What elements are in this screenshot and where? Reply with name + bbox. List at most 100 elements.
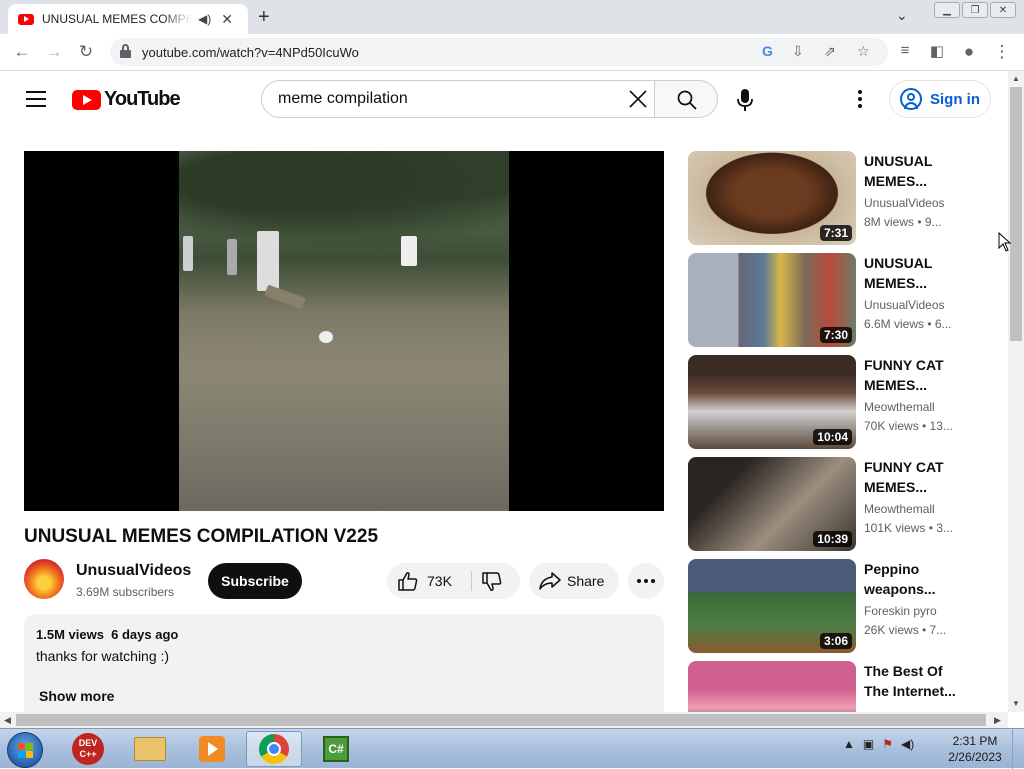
like-count[interactable]: 73K <box>427 573 452 589</box>
video-frame <box>179 151 509 511</box>
recommended-video[interactable]: 10:04 FUNNY CAT MEMES... Meowthemall 70K … <box>688 355 988 449</box>
subscribe-button[interactable]: Subscribe <box>208 563 302 599</box>
share-button[interactable]: Share <box>529 563 619 599</box>
views-and-date: 1.5M views 6 days ago <box>36 627 179 642</box>
system-tray: ▲ ▣ ⚑ ◀) <box>843 737 914 751</box>
bookmark-star-icon[interactable]: ☆ <box>857 43 870 60</box>
search-box[interactable] <box>261 80 655 118</box>
recommended-video[interactable]: 7:30 UNUSUAL MEMES... UnusualVideos 6.6M … <box>688 253 988 347</box>
folder-icon <box>134 737 166 761</box>
scroll-up-icon[interactable]: ▲ <box>1012 74 1020 83</box>
new-tab-button[interactable]: + <box>258 6 270 29</box>
taskbar-media-player[interactable] <box>184 731 240 767</box>
media-controls-icon[interactable]: ≡ <box>895 42 915 59</box>
sign-in-button[interactable]: Sign in <box>889 80 991 118</box>
recommended-channel[interactable]: UnusualVideos <box>864 298 945 312</box>
google-lens-icon[interactable]: G <box>762 43 773 59</box>
recommended-channel[interactable]: Meowthemall <box>864 400 935 414</box>
video-thumbnail[interactable]: 10:04 <box>688 355 856 449</box>
minimize-button[interactable]: ▁ <box>934 2 960 18</box>
lock-icon[interactable] <box>120 44 131 58</box>
recommended-channel[interactable]: UnusualVideos <box>864 196 945 210</box>
forward-arrow-icon[interactable]: → <box>44 42 64 62</box>
browser-menu-icon[interactable]: ⋮ <box>992 42 1012 62</box>
show-desktop-button[interactable] <box>1012 729 1024 769</box>
youtube-play-icon <box>72 89 101 110</box>
description-box[interactable]: 1.5M views 6 days ago thanks for watchin… <box>24 614 664 712</box>
recommended-title[interactable]: UNUSUAL MEMES... <box>864 151 964 191</box>
tab-search-chevron-icon[interactable]: ⌄ <box>896 7 908 24</box>
sign-in-label: Sign in <box>930 90 980 108</box>
window-controls: ▁ ❐ ✕ <box>934 2 1016 18</box>
back-arrow-icon[interactable]: ← <box>12 42 32 62</box>
side-panel-icon[interactable]: ◧ <box>927 42 947 60</box>
close-tab-icon[interactable]: ✕ <box>221 11 233 28</box>
scrollbar-thumb[interactable] <box>1010 87 1022 341</box>
tab-title: UNUSUAL MEMES COMPILATION V225 <box>42 12 192 26</box>
recommended-views: 8M views • 9... <box>864 215 942 229</box>
clear-search-icon[interactable] <box>627 88 649 110</box>
settings-kebab-icon[interactable] <box>852 88 868 110</box>
address-bar[interactable]: youtube.com/watch?v=4NPd50IcuWo G ⇩ ⇗ ☆ <box>110 38 888 66</box>
taskbar-devcpp[interactable]: DEV C++ <box>60 731 116 767</box>
recommended-title[interactable]: FUNNY CAT MEMES... <box>864 457 964 497</box>
reload-icon[interactable]: ↻ <box>76 42 96 62</box>
recommended-title[interactable]: The Best Of The Internet... <box>864 661 964 701</box>
action-center-flag-icon[interactable]: ⚑ <box>882 737 893 751</box>
network-icon[interactable]: ▣ <box>863 737 874 751</box>
channel-avatar[interactable] <box>24 559 64 599</box>
recommended-video[interactable]: 7:31 UNUSUAL MEMES... UnusualVideos 8M vi… <box>688 151 988 245</box>
scroll-down-icon[interactable]: ▼ <box>1012 699 1020 708</box>
recommended-channel[interactable]: Foreskin pyro <box>864 604 937 618</box>
video-player[interactable] <box>24 151 664 511</box>
thumbs-down-icon[interactable] <box>481 572 503 592</box>
subscriber-count: 3.69M subscribers <box>76 585 175 599</box>
clock-time: 2:31 PM <box>952 734 998 748</box>
volume-icon[interactable]: ◀) <box>901 737 914 751</box>
video-thumbnail[interactable] <box>688 661 856 712</box>
url-text[interactable]: youtube.com/watch?v=4NPd50IcuWo <box>142 45 359 60</box>
menu-hamburger-icon[interactable] <box>26 91 46 107</box>
show-hidden-icons-icon[interactable]: ▲ <box>843 737 855 751</box>
duration-badge: 10:39 <box>813 531 852 547</box>
system-clock[interactable]: 2:31 PM 2/26/2023 <box>942 733 1008 765</box>
video-thumbnail[interactable]: 7:30 <box>688 253 856 347</box>
vertical-scrollbar[interactable]: ▲ ▼ <box>1008 71 1024 712</box>
restore-button[interactable]: ❐ <box>962 2 988 18</box>
start-button[interactable] <box>7 732 43 768</box>
recommended-title[interactable]: UNUSUAL MEMES... <box>864 253 964 293</box>
video-thumbnail[interactable]: 7:31 <box>688 151 856 245</box>
chrome-icon <box>259 734 289 764</box>
show-more-button[interactable]: Show more <box>39 688 114 704</box>
share-page-icon[interactable]: ⇗ <box>824 43 836 60</box>
recommended-views: 70K views • 13... <box>864 419 953 433</box>
scrollbar-thumb[interactable] <box>16 714 986 726</box>
share-label: Share <box>567 573 605 589</box>
close-window-button[interactable]: ✕ <box>990 2 1016 18</box>
scroll-left-icon[interactable]: ◀ <box>4 715 11 726</box>
search-button[interactable] <box>654 80 718 118</box>
youtube-logo[interactable]: YouTube <box>72 88 181 111</box>
recommended-title[interactable]: FUNNY CAT MEMES... <box>864 355 964 395</box>
browser-tab[interactable]: UNUSUAL MEMES COMPILATION V225 ◀) ✕ <box>8 4 248 34</box>
recommended-video[interactable]: The Best Of The Internet... <box>688 661 988 712</box>
taskbar-chrome[interactable] <box>246 731 302 767</box>
install-app-icon[interactable]: ⇩ <box>792 43 804 60</box>
recommended-video[interactable]: 10:39 FUNNY CAT MEMES... Meowthemall 101K… <box>688 457 988 551</box>
video-thumbnail[interactable]: 3:06 <box>688 559 856 653</box>
recommended-title[interactable]: Peppino weapons... <box>864 559 964 599</box>
channel-name[interactable]: UnusualVideos <box>76 562 191 580</box>
profile-icon[interactable]: ● <box>959 42 979 62</box>
microphone-icon[interactable] <box>735 88 755 112</box>
more-actions-button[interactable] <box>628 563 664 599</box>
recommended-channel[interactable]: Meowthemall <box>864 502 935 516</box>
horizontal-scrollbar[interactable]: ◀ ▶ <box>0 712 1008 728</box>
taskbar-file-explorer[interactable] <box>122 731 178 767</box>
recommended-video[interactable]: 3:06 Peppino weapons... Foreskin pyro 26K… <box>688 559 988 653</box>
thumbs-up-icon[interactable] <box>397 571 419 591</box>
search-input[interactable] <box>278 90 608 108</box>
taskbar-csharp[interactable]: C# <box>308 731 364 767</box>
speaker-icon[interactable]: ◀) <box>198 12 211 26</box>
video-thumbnail[interactable]: 10:39 <box>688 457 856 551</box>
scroll-right-icon[interactable]: ▶ <box>994 715 1001 726</box>
